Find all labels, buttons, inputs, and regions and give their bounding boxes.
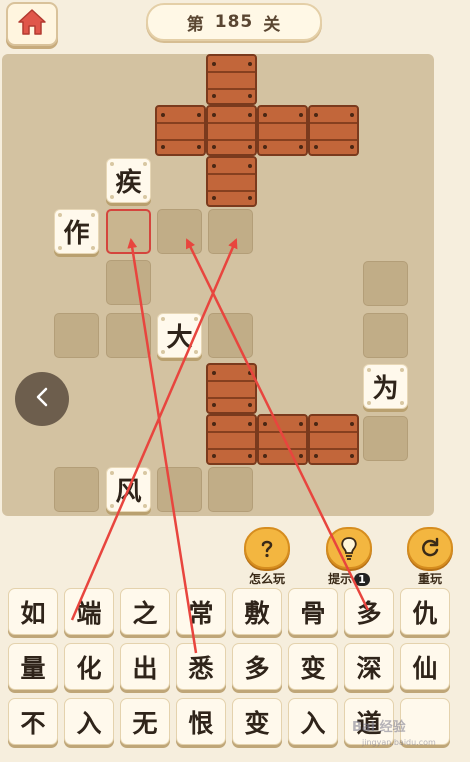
char-key[interactable]: 化 (64, 643, 114, 690)
wood-plank (308, 414, 359, 465)
char-key[interactable]: 入 (288, 698, 338, 745)
board-tile: 风 (106, 467, 151, 512)
board-tile: 作 (54, 209, 99, 254)
lightbulb-icon (326, 527, 372, 569)
char-key[interactable]: 量 (8, 643, 58, 690)
board-tile-char: 风 (115, 477, 142, 507)
answer-slot[interactable] (106, 260, 151, 305)
answer-slot[interactable] (157, 467, 202, 512)
answer-slot[interactable] (363, 416, 408, 461)
back-button[interactable] (15, 372, 69, 426)
replay-button[interactable]: 重玩 (400, 527, 460, 587)
char-key[interactable]: 之 (120, 588, 170, 635)
home-button[interactable] (6, 2, 58, 46)
wood-plank (206, 156, 257, 207)
wood-plank (257, 414, 308, 465)
board-tile-char: 作 (63, 219, 90, 249)
answer-slot[interactable] (54, 467, 99, 512)
char-key[interactable]: 恨 (176, 698, 226, 745)
home-icon (17, 8, 47, 40)
hint-count-badge: 1 (354, 573, 370, 586)
char-key[interactable]: 多 (344, 588, 394, 635)
char-key[interactable]: 入 (64, 698, 114, 745)
answer-slot[interactable] (363, 261, 408, 306)
replay-label: 重玩 (417, 572, 442, 586)
board-tile: 为 (363, 364, 408, 409)
refresh-icon (407, 527, 453, 569)
board-tile-char: 为 (372, 374, 399, 404)
top-bar: 第 185 关 (0, 0, 470, 50)
answer-slot[interactable] (363, 313, 408, 358)
char-key[interactable]: 多 (232, 643, 282, 690)
answer-slot[interactable] (106, 313, 151, 358)
watermark: Bai 经验 jingyan.baidu.com (352, 712, 468, 756)
wood-plank (206, 363, 257, 414)
answer-slot[interactable] (208, 467, 253, 512)
level-indicator: 第 185 关 (146, 3, 322, 41)
watermark-url: jingyan.baidu.com (362, 738, 436, 747)
wood-plank (155, 105, 206, 156)
char-key[interactable]: 仇 (400, 588, 450, 635)
question-icon (244, 527, 290, 569)
answer-slot[interactable] (208, 313, 253, 358)
level-number: 185 (214, 12, 254, 32)
char-key[interactable]: 仙 (400, 643, 450, 690)
char-key[interactable]: 端 (64, 588, 114, 635)
board-tile-char: 疾 (115, 168, 142, 198)
answer-slot[interactable] (208, 209, 253, 254)
board-tile: 大 (157, 313, 202, 358)
wood-plank (308, 105, 359, 156)
char-key[interactable]: 变 (232, 698, 282, 745)
chevron-left-icon (34, 386, 50, 412)
char-key[interactable]: 不 (8, 698, 58, 745)
level-suffix: 关 (263, 14, 282, 35)
level-prefix: 第 (186, 14, 205, 35)
wood-plank (206, 414, 257, 465)
char-key[interactable]: 出 (120, 643, 170, 690)
answer-slot-selected[interactable] (106, 209, 151, 254)
char-key[interactable]: 如 (8, 588, 58, 635)
char-key[interactable]: 敷 (232, 588, 282, 635)
char-key[interactable]: 骨 (288, 588, 338, 635)
wood-plank (257, 105, 308, 156)
answer-slot[interactable] (54, 313, 99, 358)
char-key[interactable]: 深 (344, 643, 394, 690)
board-tile: 疾 (106, 158, 151, 203)
char-key[interactable]: 无 (120, 698, 170, 745)
wood-plank (206, 54, 257, 105)
watermark-text: Bai 经验 (352, 720, 406, 735)
hint-label: 提示 (328, 572, 353, 586)
how-to-play-button[interactable]: 怎么玩 (237, 527, 297, 587)
wood-plank (206, 105, 257, 156)
answer-slot[interactable] (157, 209, 202, 254)
hint-button[interactable]: 提示 1 (319, 527, 379, 587)
board-tile-char: 大 (166, 323, 193, 353)
char-key[interactable]: 变 (288, 643, 338, 690)
how-to-play-label: 怎么玩 (248, 572, 285, 586)
char-key[interactable]: 常 (176, 588, 226, 635)
char-key[interactable]: 悉 (176, 643, 226, 690)
